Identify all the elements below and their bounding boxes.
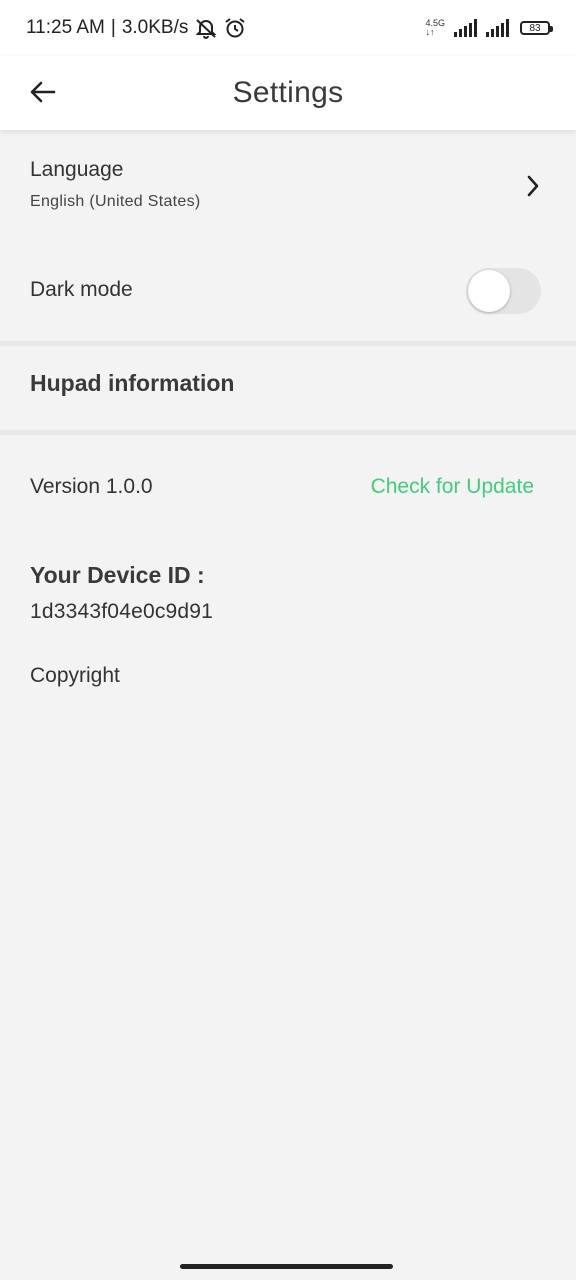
mute-bell-icon — [194, 17, 218, 39]
battery-icon: 83 — [520, 21, 553, 35]
signal-icon — [454, 19, 478, 37]
status-bar: 11:25 AM | 3.0KB/s 4.5G ↓↑ 83 — [0, 0, 576, 56]
language-setting[interactable]: Language English (United States) — [0, 140, 576, 235]
chevron-right-icon — [526, 174, 540, 203]
battery-level: 83 — [529, 22, 541, 34]
language-value: English (United States) — [30, 193, 201, 210]
page-title: Settings — [232, 76, 344, 109]
check-update-button[interactable]: Check for Update — [371, 475, 534, 499]
network-activity-label: ↓↑ — [425, 27, 435, 37]
section-divider — [0, 341, 576, 346]
back-button[interactable] — [22, 72, 62, 112]
app-bar: Settings — [0, 56, 576, 130]
language-title: Language — [30, 158, 124, 181]
section-divider — [0, 430, 576, 435]
toggle-knob — [468, 270, 510, 312]
device-id-label: Your Device ID : — [30, 562, 205, 588]
copyright-link[interactable]: Copyright — [30, 664, 120, 688]
status-left: 11:25 AM | 3.0KB/s — [26, 17, 246, 39]
dark-mode-toggle[interactable] — [466, 268, 541, 314]
arrow-left-icon — [30, 81, 56, 103]
home-indicator[interactable] — [180, 1264, 393, 1269]
version-label: Version 1.0.0 — [30, 475, 153, 498]
dark-mode-setting: Dark mode — [0, 252, 576, 328]
status-right: 4.5G ↓↑ 83 — [425, 19, 553, 37]
status-speed: 3.0KB/s — [121, 17, 189, 38]
alarm-icon — [224, 17, 246, 39]
signal-icon — [486, 19, 512, 37]
device-id-value: 1d3343f04e0c9d91 — [30, 600, 214, 623]
status-separator: | — [110, 17, 116, 38]
status-time: 11:25 AM — [26, 17, 105, 38]
network-type: 4.5G ↓↑ — [425, 19, 445, 37]
info-section-title: Hupad information — [30, 370, 235, 396]
dark-mode-label: Dark mode — [30, 278, 133, 301]
